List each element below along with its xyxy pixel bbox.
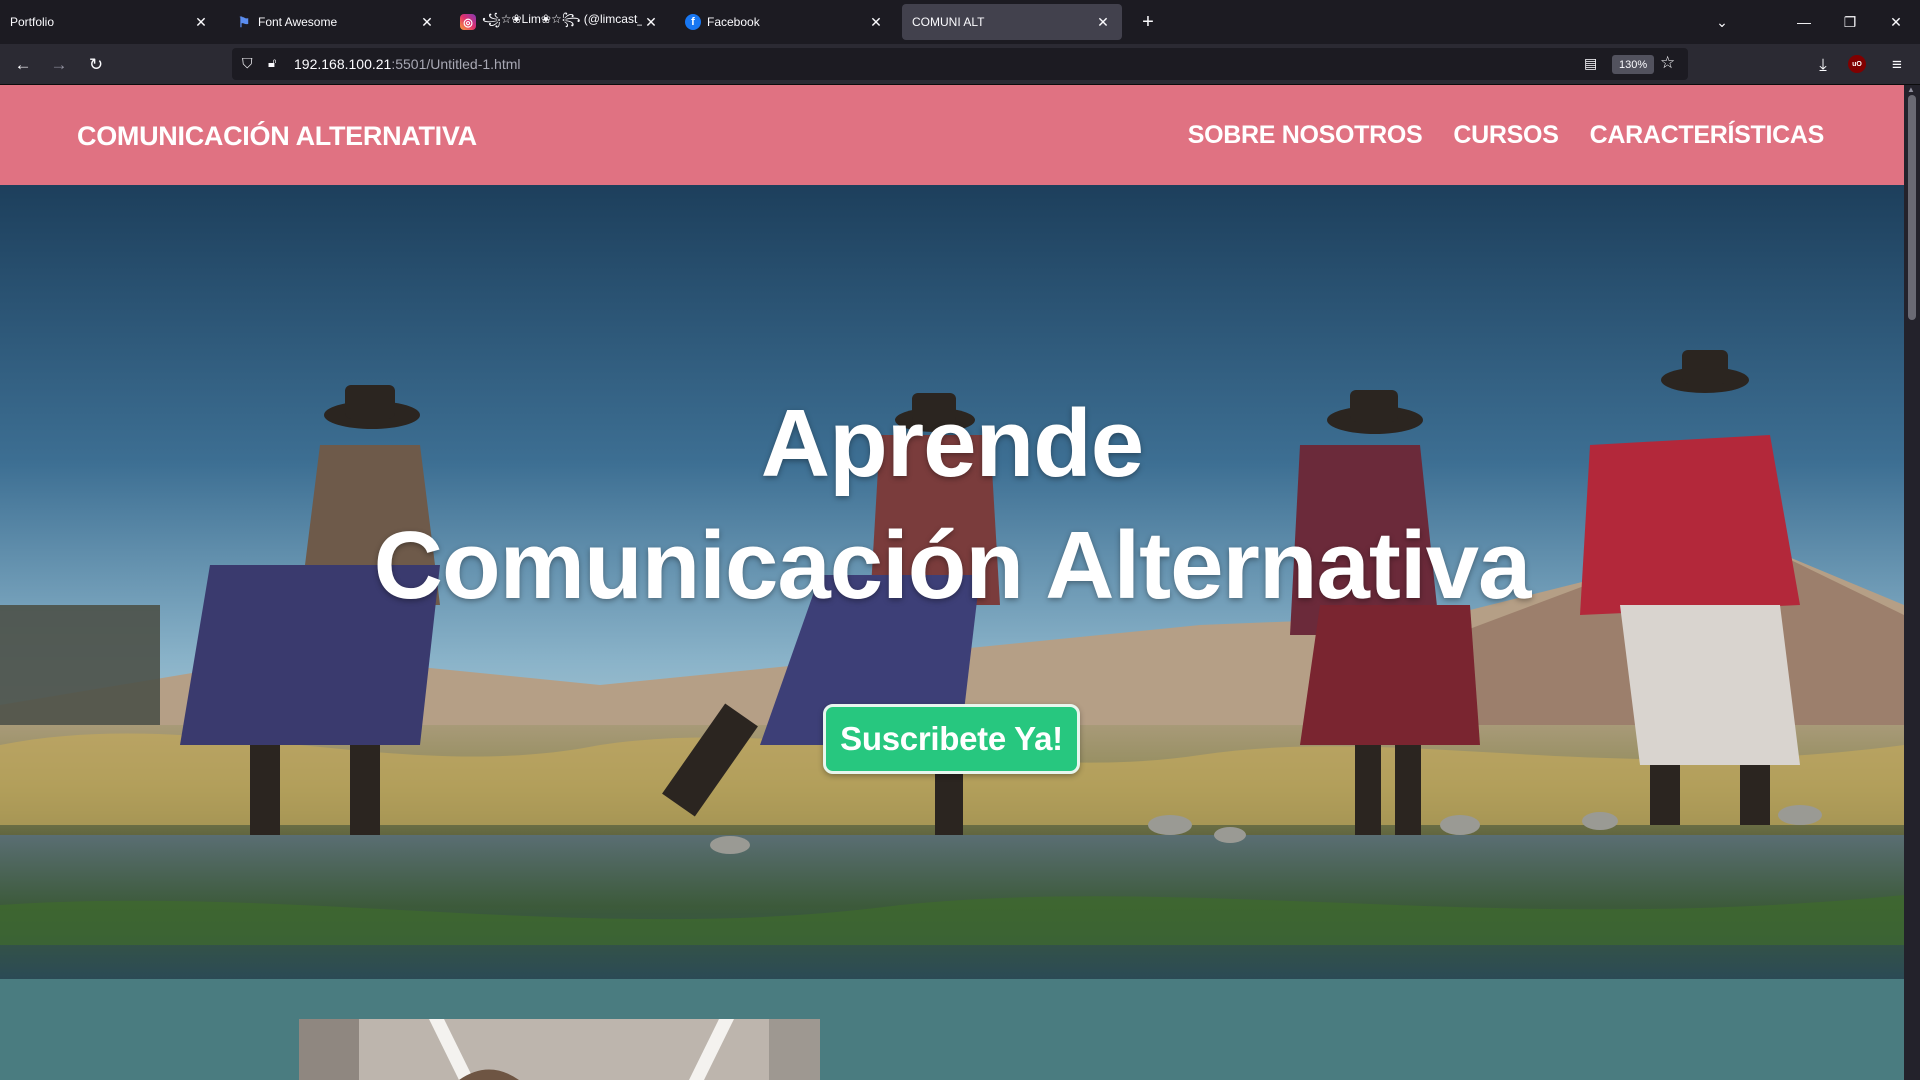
close-icon[interactable]: ✕ [1094,13,1112,31]
tab-title: Portfolio [10,15,55,29]
hamburger-menu-icon[interactable]: ≡ [1884,52,1910,78]
reload-icon[interactable]: ↻ [83,52,109,78]
hero-title-line-2: Comunicación Alternativa [373,512,1532,619]
tab-title: Facebook [707,15,760,29]
section-image [299,1019,820,1080]
url-path: :5501/Untitled-1.html [391,56,521,72]
site-nav: SOBRE NOSOTROS CURSOS CARACTERÍSTICAS [1188,121,1825,150]
tab-portfolio[interactable]: Portfolio ✕ [0,4,220,40]
bookmark-star-icon[interactable]: ☆ [1660,53,1680,73]
address-bar[interactable]: ⛉ 🔓︎ 192.168.100.21:5501/Untitled-1.html… [232,48,1688,80]
scrollbar-thumb[interactable] [1908,95,1916,320]
page-scrollbar[interactable]: ▲ [1904,85,1920,1080]
minimize-button[interactable]: — [1792,10,1816,34]
tab-font-awesome[interactable]: ⚑ Font Awesome ✕ [226,4,446,40]
navigation-toolbar: ← → ↻ ⛉ 🔓︎ 192.168.100.21:5501/Untitled-… [0,44,1920,85]
page-viewport: COMUNICACIÓN ALTERNATIVA SOBRE NOSOTROS … [0,85,1904,1080]
hero-title: Aprende Comunicación Alternativa [0,383,1904,627]
site-brand[interactable]: COMUNICACIÓN ALTERNATIVA [77,121,477,152]
new-tab-button[interactable]: + [1136,10,1160,34]
url-host: 192.168.100.21 [294,56,392,72]
list-tabs-chevron-icon[interactable]: ⌄ [1710,10,1734,34]
nav-link-cursos[interactable]: CURSOS [1453,121,1558,150]
tab-facebook[interactable]: f Facebook ✕ [675,4,895,40]
zoom-level-badge[interactable]: 130% [1612,55,1655,74]
tab-title: ꧁☆❀Lim❀☆꧂ (@limcast_) [482,12,642,26]
tab-title: Font Awesome [258,15,338,29]
content-section [0,979,1904,1080]
ublock-origin-icon[interactable]: uO [1848,55,1866,73]
close-window-button[interactable]: ✕ [1884,10,1908,34]
section-image-graphic [299,1019,820,1080]
restore-button[interactable]: ❐ [1838,10,1862,34]
hero-title-line-1: Aprende [760,390,1144,497]
tab-strip: Portfolio ✕ ⚑ Font Awesome ✕ ◎ ꧁☆❀Lim❀☆꧂… [0,0,1920,44]
nav-link-caracteristicas[interactable]: CARACTERÍSTICAS [1590,121,1825,150]
reader-view-icon[interactable]: ▤ [1584,55,1602,73]
instagram-icon: ◎ [460,14,476,30]
shield-icon[interactable]: ⛉ [242,55,258,73]
subscribe-button[interactable]: Suscribete Ya! [823,704,1080,774]
close-icon[interactable]: ✕ [867,13,885,31]
download-icon[interactable]: ⤓ [1810,52,1836,78]
forward-arrow-icon[interactable]: → [46,52,72,78]
hero-section: Aprende Comunicación Alternativa Suscrib… [0,185,1904,979]
tab-title: COMUNI ALT [912,15,985,29]
lock-icon[interactable]: 🔓︎ [268,55,284,73]
close-icon[interactable]: ✕ [418,13,436,31]
scroll-up-arrow-icon[interactable]: ▲ [1907,85,1915,94]
tab-instagram[interactable]: ◎ ꧁☆❀Lim❀☆꧂ (@limcast_) ✕ [450,4,670,40]
flag-icon: ⚑ [237,13,251,30]
close-icon[interactable]: ✕ [192,13,210,31]
facebook-icon: f [685,14,701,30]
url-text[interactable]: 192.168.100.21:5501/Untitled-1.html [294,56,521,72]
nav-link-sobre-nosotros[interactable]: SOBRE NOSOTROS [1188,121,1423,150]
close-icon[interactable]: ✕ [642,13,660,31]
back-arrow-icon[interactable]: ← [10,52,36,78]
site-header: COMUNICACIÓN ALTERNATIVA SOBRE NOSOTROS … [0,85,1904,185]
tab-comuni-alt[interactable]: COMUNI ALT ✕ [902,4,1122,40]
